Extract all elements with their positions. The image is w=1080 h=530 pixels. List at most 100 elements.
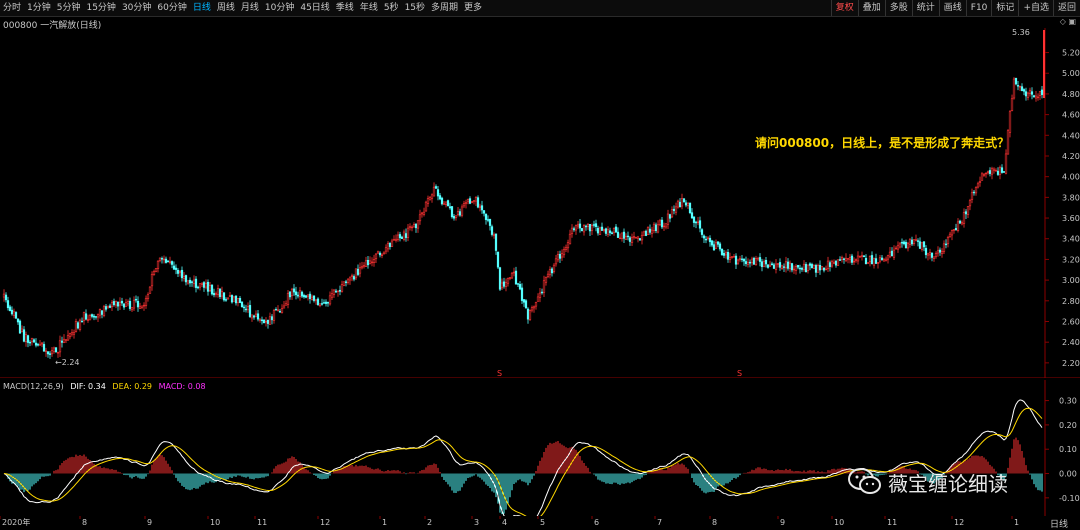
candle (230, 294, 234, 304)
candle (1002, 170, 1006, 173)
period-tab-2[interactable]: 5分钟 (54, 0, 84, 16)
candle (158, 257, 162, 263)
candle (532, 305, 536, 313)
period-tab-15[interactable]: 多周期 (428, 0, 461, 16)
diamond-icon[interactable]: ◇ (1060, 17, 1066, 26)
candle (956, 218, 960, 233)
tool-tab-2[interactable]: 多股 (884, 0, 912, 16)
candle (124, 298, 128, 307)
candle (42, 341, 46, 352)
candle (410, 225, 414, 232)
candle (38, 339, 42, 346)
tool-tab-6[interactable]: 标记 (991, 0, 1018, 16)
period-tab-11[interactable]: 季线 (333, 0, 357, 16)
candle (750, 256, 754, 266)
period-tab-3[interactable]: 15分钟 (83, 0, 118, 16)
candle (902, 240, 906, 246)
period-tab-7[interactable]: 周线 (214, 0, 238, 16)
tool-tab-4[interactable]: 画线 (938, 0, 966, 16)
tool-tab-0[interactable]: 复权 (830, 0, 858, 16)
price-tick-6: 4.00 (1062, 173, 1080, 182)
candle (484, 213, 488, 225)
tool-tab-7[interactable]: +自选 (1018, 0, 1053, 16)
candle (1008, 110, 1012, 138)
period-tab-10[interactable]: 45日线 (297, 0, 332, 16)
time-tick-5: 12 (320, 518, 330, 527)
candle (436, 185, 440, 201)
price-chart[interactable]: 5.20 5.00 4.80 4.60 4.40 4.20 4.00 3.80 3.60 3.40… (0, 28, 1080, 378)
candle (610, 231, 614, 235)
candle (928, 248, 932, 260)
time-axis: 2020年 8 9 10 11 12 1 2 3 4 5 6 7 8 9 10 11 12 1 (0, 516, 1019, 527)
period-tab-13[interactable]: 5秒 (381, 0, 402, 16)
candle (498, 266, 502, 291)
period-tab-16[interactable]: 更多 (461, 0, 485, 16)
tool-tab-8[interactable]: 返回 (1052, 0, 1080, 16)
candle (206, 279, 210, 296)
candle (272, 308, 276, 324)
candle (540, 288, 544, 295)
candle (690, 208, 694, 220)
candle (608, 227, 612, 236)
candle (102, 304, 106, 318)
candle (104, 304, 108, 312)
candle (366, 256, 370, 269)
price-tick-0: 5.20 (1062, 49, 1080, 58)
candle (854, 258, 858, 263)
candle (98, 308, 102, 319)
candle (222, 292, 226, 302)
candle (612, 227, 616, 236)
wechat-watermark: 薇宝缠论细读 (848, 462, 1008, 502)
candle (188, 277, 192, 287)
candle (538, 287, 542, 303)
candle (288, 291, 292, 300)
candle (900, 238, 904, 248)
candle (634, 236, 638, 239)
candle (878, 255, 882, 264)
period-tab-4[interactable]: 30分钟 (119, 0, 154, 16)
candle (398, 231, 402, 242)
candle (494, 233, 498, 255)
candle (88, 313, 92, 321)
candle (340, 280, 344, 293)
candle (378, 251, 382, 258)
candle (844, 253, 848, 263)
candle (204, 279, 208, 290)
period-tab-8[interactable]: 月线 (238, 0, 262, 16)
candle (950, 229, 954, 241)
candle (256, 310, 260, 322)
candle (40, 341, 44, 348)
candle (178, 270, 182, 277)
candle (822, 267, 826, 273)
period-tab-6[interactable]: 日线 (190, 0, 214, 16)
candle (938, 247, 942, 256)
candle (314, 299, 318, 305)
candle (24, 331, 28, 347)
candle (868, 255, 872, 267)
period-tab-12[interactable]: 年线 (357, 0, 381, 16)
period-tab-9[interactable]: 10分钟 (262, 0, 297, 16)
macd-tick-2: 0.10 (1059, 445, 1077, 454)
tool-tab-1[interactable]: 叠加 (857, 0, 885, 16)
macd-tick-0: 0.30 (1059, 397, 1077, 406)
price-tick-8: 3.60 (1062, 214, 1080, 223)
tool-tab-5[interactable]: F10 (965, 0, 992, 16)
candle (356, 264, 360, 277)
window-icons[interactable]: ◇ ▣ (1060, 17, 1076, 26)
candle (382, 251, 386, 255)
period-tab-0[interactable]: 分时 (0, 0, 24, 16)
settings-icon[interactable]: ▣ (1068, 17, 1076, 26)
question-annotation: 请问000800，日线上，是不是形成了奔走式？ (755, 136, 1010, 150)
period-tab-14[interactable]: 15秒 (402, 0, 428, 16)
candle (722, 250, 726, 259)
price-tick-13: 2.60 (1062, 317, 1080, 326)
candle (476, 195, 480, 209)
candle (424, 200, 428, 212)
period-tab-5[interactable]: 60分钟 (154, 0, 189, 16)
candle (92, 313, 96, 321)
candle (140, 305, 144, 310)
period-tab-1[interactable]: 1分钟 (24, 0, 54, 16)
candle (606, 226, 610, 238)
tool-tab-3[interactable]: 统计 (911, 0, 939, 16)
candle (32, 338, 36, 343)
